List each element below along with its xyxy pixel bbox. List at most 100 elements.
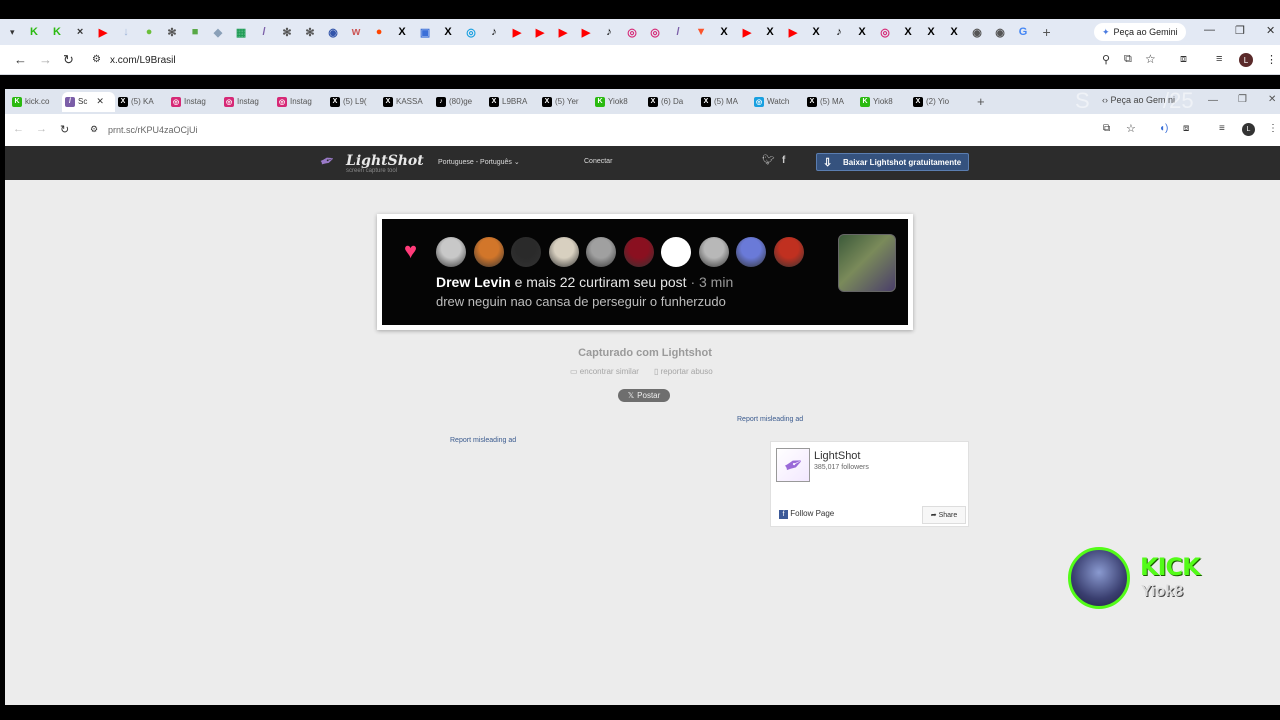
x-icon[interactable]: X xyxy=(807,24,825,40)
instagram-icon[interactable]: ◎ xyxy=(623,24,641,40)
inner-tab[interactable]: K Yiok8 xyxy=(857,92,910,112)
report-ad-link[interactable]: Report misleading ad xyxy=(450,437,516,444)
inner-extension-icon[interactable]: ⧈ xyxy=(1183,123,1189,134)
report-abuse-link[interactable]: ▯ reportar abuso xyxy=(654,367,713,376)
inner-tab[interactable]: ◎ Instag xyxy=(274,92,327,112)
inner-tab[interactable]: X (5) Yer xyxy=(539,92,592,112)
inner-tab[interactable]: X (6) Da xyxy=(645,92,698,112)
youtube-icon[interactable]: ▶ xyxy=(508,24,526,40)
tiktok-icon[interactable]: ♪ xyxy=(830,24,848,40)
close-window-icon[interactable]: ✕ xyxy=(1266,24,1275,37)
x-icon[interactable]: X xyxy=(922,24,940,40)
lightshot-logo[interactable]: LightShot xyxy=(346,153,424,169)
inner-tab[interactable]: X (5) MA xyxy=(804,92,857,112)
inner-profile-avatar[interactable]: L xyxy=(1242,123,1255,136)
inner-tab[interactable]: K Yiok8 xyxy=(592,92,645,112)
tab-search-icon[interactable]: ▾ xyxy=(10,27,15,38)
media-icon[interactable]: ≡ xyxy=(1216,53,1222,65)
minimize-icon[interactable]: — xyxy=(1204,24,1215,36)
openai-icon[interactable]: ✻ xyxy=(301,24,319,40)
inner-minimize-icon[interactable]: — xyxy=(1208,95,1218,106)
youtube-icon[interactable]: ▶ xyxy=(738,24,756,40)
report-ad-link[interactable]: Report misleading ad xyxy=(737,416,803,423)
close-tab-icon[interactable]: ✕ xyxy=(96,96,104,107)
facebook-icon[interactable]: f xyxy=(782,155,785,166)
openai-icon[interactable]: ✻ xyxy=(278,24,296,40)
inner-back-icon[interactable]: ← xyxy=(13,123,24,135)
x-icon[interactable]: X xyxy=(899,24,917,40)
chrome-icon[interactable]: ◉ xyxy=(968,24,986,40)
inner-restore-icon[interactable]: ❐ xyxy=(1238,94,1247,105)
x-icon[interactable]: X xyxy=(761,24,779,40)
inner-tab[interactable]: / Sc ✕ xyxy=(62,91,115,112)
chrome-icon[interactable]: ◉ xyxy=(991,24,1009,40)
tiktok-icon[interactable]: ♪ xyxy=(600,24,618,40)
lightshot-icon[interactable]: / xyxy=(669,24,687,40)
inner-reload-icon[interactable]: ↻ xyxy=(60,123,69,136)
forward-icon[interactable]: → xyxy=(39,52,52,67)
kick-icon[interactable]: K xyxy=(25,24,43,40)
instagram-icon[interactable]: ◎ xyxy=(876,24,894,40)
menu-icon[interactable]: ⋮ xyxy=(1266,53,1277,66)
inner-tab[interactable]: X (2) Yio xyxy=(910,92,963,112)
inner-tab[interactable]: X (5) L9( xyxy=(327,92,380,112)
post-x-button[interactable]: 𝕏 Postar xyxy=(618,389,670,402)
inner-tab[interactable]: ◎ Watch xyxy=(751,92,804,112)
inner-audio-icon[interactable]: ◖) xyxy=(1159,123,1168,134)
inner-bookmark-star-icon[interactable]: ☆ xyxy=(1126,122,1136,135)
openai-icon[interactable]: ✻ xyxy=(163,24,181,40)
x-icon[interactable]: X xyxy=(393,24,411,40)
site-icon[interactable]: ▣ xyxy=(416,24,434,40)
lightshot-icon[interactable]: / xyxy=(255,24,273,40)
youtube-icon[interactable]: ▶ xyxy=(531,24,549,40)
new-tab-icon[interactable]: + xyxy=(1043,24,1051,40)
youtube-icon[interactable]: ▶ xyxy=(554,24,572,40)
outer-url[interactable]: x.com/L9Brasil xyxy=(110,55,176,66)
inner-tab[interactable]: Kkick.co xyxy=(9,92,62,112)
x-icon[interactable]: X xyxy=(945,24,963,40)
outer-tab-strip[interactable]: ▾ K K × ▶ ↓ ● ✻ ■ ◆ ▦ / ✻ ✻ ◉ w ● X ▣ X ◎ ♪ ▶ ▶ ▶ ▶ ♪ ◎ ◎ / ▼ X ▶ X ▶ X ♪ X ◎… xyxy=(0,19,1280,45)
close-icon[interactable]: × xyxy=(71,24,89,40)
restore-icon[interactable]: ❐ xyxy=(1235,24,1245,37)
brave-icon[interactable]: ▼ xyxy=(692,24,710,40)
google-icon[interactable]: G xyxy=(1014,24,1032,40)
fb-follow-button[interactable]: f Follow Page xyxy=(779,509,834,519)
youtube-icon[interactable]: ▶ xyxy=(577,24,595,40)
inner-install-icon[interactable]: ⧉ xyxy=(1103,123,1110,134)
x-icon[interactable]: X xyxy=(715,24,733,40)
site-icon[interactable]: ■ xyxy=(186,24,204,40)
zoom-icon[interactable]: ⚲ xyxy=(1102,53,1110,66)
lightshot-page-logo[interactable]: ✒ xyxy=(776,448,810,482)
site-info-icon[interactable]: ⚙ xyxy=(92,54,101,65)
profile-avatar[interactable]: L xyxy=(1239,53,1253,67)
site-icon[interactable]: ● xyxy=(140,24,158,40)
site-icon[interactable]: ◆ xyxy=(209,24,227,40)
inner-close-window-icon[interactable]: ✕ xyxy=(1268,94,1276,105)
kick-icon[interactable]: K xyxy=(48,24,66,40)
install-icon[interactable]: ⧉ xyxy=(1124,53,1132,66)
inner-tab[interactable]: ♪ (80)ge xyxy=(433,92,486,112)
site-icon[interactable]: w xyxy=(347,24,365,40)
find-similar-link[interactable]: ▭ encontrar similar xyxy=(570,367,639,376)
x-icon[interactable]: X xyxy=(853,24,871,40)
gemini-button[interactable]: ✦ Peça ao Gemini xyxy=(1094,23,1186,41)
sheets-icon[interactable]: ▦ xyxy=(232,24,250,40)
site-icon[interactable]: ◎ xyxy=(462,24,480,40)
inner-tab[interactable]: ◎ Instag xyxy=(168,92,221,112)
extension-icon[interactable]: ⧈ xyxy=(1180,53,1187,66)
site-icon[interactable]: ◉ xyxy=(324,24,342,40)
youtube-icon[interactable]: ▶ xyxy=(784,24,802,40)
login-link[interactable]: Conectar xyxy=(584,158,612,165)
fb-page-name[interactable]: LightShot xyxy=(814,450,860,462)
inner-site-info-icon[interactable]: ⚙ xyxy=(90,124,98,135)
tiktok-icon[interactable]: ♪ xyxy=(485,24,503,40)
download-lightshot-button[interactable]: ⇩ Baixar Lightshot gratuitamente xyxy=(816,153,969,171)
screenshot-image[interactable]: ♥ Drew Levin e mais 22 curtiram seu post… xyxy=(382,219,908,325)
x-icon[interactable]: X xyxy=(439,24,457,40)
bookmark-star-icon[interactable]: ☆ xyxy=(1145,52,1156,66)
inner-tab[interactable]: X (5) MA xyxy=(698,92,751,112)
inner-tab[interactable]: X KASSA xyxy=(380,92,433,112)
inner-tab[interactable]: X L9BRA xyxy=(486,92,539,112)
inner-forward-icon[interactable]: → xyxy=(36,123,47,135)
inner-menu-icon[interactable]: ⋮ xyxy=(1268,123,1278,134)
